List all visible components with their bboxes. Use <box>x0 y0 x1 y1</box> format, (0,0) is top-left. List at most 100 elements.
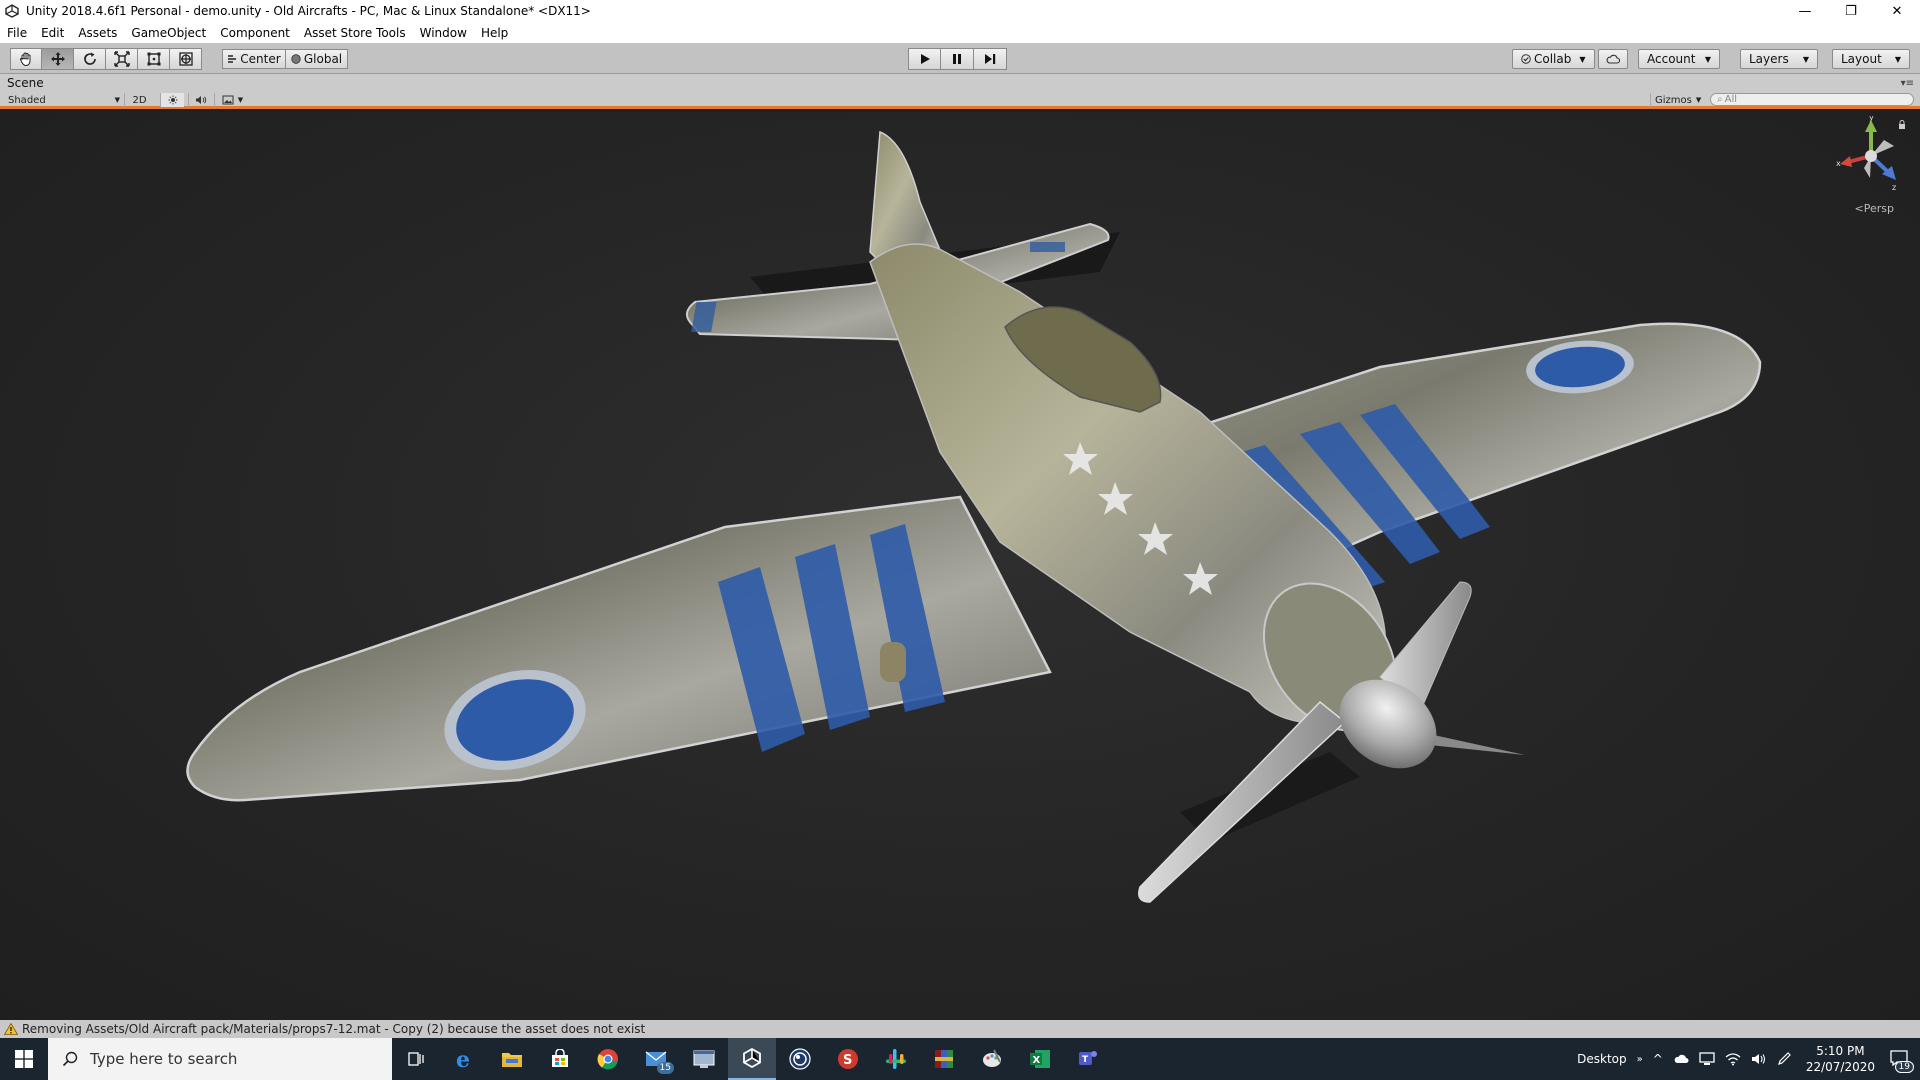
menu-file[interactable]: File <box>7 26 27 40</box>
playback-controls <box>908 48 1007 70</box>
close-button[interactable]: ✕ <box>1874 0 1920 22</box>
desktop-toolbar[interactable]: Desktop <box>1577 1052 1627 1066</box>
taskbar-search-input[interactable]: Type here to search <box>48 1038 392 1080</box>
app-window-icon <box>693 1050 715 1068</box>
chevron-up-icon[interactable]: ^ <box>1653 1052 1663 1066</box>
scene-viewport[interactable]: y x z <Persp <box>0 112 1920 1020</box>
taskbar-cinema4d[interactable] <box>776 1038 824 1080</box>
audio-toggle[interactable] <box>188 93 212 107</box>
chevron-down-icon: ▼ <box>1894 54 1901 64</box>
display-icon[interactable] <box>1699 1052 1715 1066</box>
taskbar-chrome[interactable] <box>584 1038 632 1080</box>
menu-asset-store-tools[interactable]: Asset Store Tools <box>304 26 406 40</box>
shading-mode-dropdown[interactable]: Shaded ▼ <box>8 93 120 107</box>
menu-assets[interactable]: Assets <box>78 26 117 40</box>
taskbar-winrar[interactable] <box>920 1038 968 1080</box>
edge-icon: e <box>456 1048 470 1070</box>
lighting-toggle[interactable] <box>160 93 184 107</box>
scene-search-input[interactable]: ⌕ All <box>1710 93 1914 106</box>
menu-gameobject[interactable]: GameObject <box>131 26 206 40</box>
step-button[interactable] <box>974 48 1007 70</box>
transform-tools <box>10 48 202 70</box>
play-icon <box>920 54 930 64</box>
rotate-tool-icon <box>83 52 96 65</box>
transform-tool-icon <box>178 52 193 66</box>
2d-toggle[interactable]: 2D <box>124 93 154 107</box>
taskbar-substance[interactable]: S <box>824 1038 872 1080</box>
taskbar-clock[interactable]: 5:10 PM 22/07/2020 <box>1806 1043 1875 1075</box>
chevron-right-icon[interactable]: » <box>1637 1054 1643 1065</box>
excel-icon: X <box>1030 1050 1050 1068</box>
pen-icon[interactable] <box>1777 1052 1793 1066</box>
menu-help[interactable]: Help <box>481 26 508 40</box>
chevron-down-icon: ▼ <box>1802 54 1809 64</box>
pause-icon <box>953 54 961 64</box>
paint-icon <box>983 1049 1001 1067</box>
taskbar-app-window[interactable] <box>680 1038 728 1080</box>
taskbar-slack[interactable] <box>872 1038 920 1080</box>
console-status-bar[interactable]: Removing Assets/Old Aircraft pack/Materi… <box>0 1020 1920 1038</box>
taskbar-file-explorer[interactable] <box>488 1038 536 1080</box>
pause-button[interactable] <box>941 48 974 70</box>
play-button[interactable] <box>908 48 941 70</box>
account-dropdown[interactable]: Account ▼ <box>1638 49 1720 69</box>
title-bar: Unity 2018.4.6f1 Personal - demo.unity -… <box>0 0 1920 22</box>
restore-button[interactable]: ❐ <box>1828 0 1874 22</box>
pivot-icon <box>228 55 237 63</box>
status-message: Removing Assets/Old Aircraft pack/Materi… <box>22 1022 646 1036</box>
clock-date: 22/07/2020 <box>1805 1060 1875 1074</box>
clock-time: 5:10 PM <box>1816 1044 1865 1058</box>
taskbar-search-placeholder: Type here to search <box>90 1050 238 1068</box>
volume-icon[interactable] <box>1751 1052 1767 1066</box>
scale-tool-button[interactable] <box>106 48 138 70</box>
svg-text:T: T <box>1082 1055 1089 1065</box>
wifi-icon[interactable] <box>1725 1052 1741 1066</box>
menu-component[interactable]: Component <box>220 26 290 40</box>
layout-dropdown[interactable]: Layout ▼ <box>1832 49 1910 69</box>
rotate-tool-button[interactable] <box>74 48 106 70</box>
chevron-down-icon: ▼ <box>1695 96 1702 104</box>
rect-tool-button[interactable] <box>138 48 170 70</box>
pivot-space-toggle[interactable]: Global <box>286 49 348 69</box>
menu-bar: File Edit Assets GameObject Component As… <box>0 22 1920 43</box>
taskbar-teams[interactable]: T <box>1064 1038 1112 1080</box>
space-label: Global <box>303 52 343 66</box>
scene-tab[interactable]: Scene ▾≡ <box>0 74 1920 92</box>
effects-dropdown[interactable]: ▼ <box>214 93 250 107</box>
panel-menu-icon[interactable]: ▾≡ <box>1901 78 1914 89</box>
menu-edit[interactable]: Edit <box>41 26 64 40</box>
search-icon <box>62 1051 78 1067</box>
taskbar-task-view[interactable] <box>392 1038 440 1080</box>
taskbar-paint[interactable] <box>968 1038 1016 1080</box>
taskbar-excel[interactable]: X <box>1016 1038 1064 1080</box>
lock-icon[interactable] <box>1898 120 1906 130</box>
projection-toggle[interactable]: <Persp <box>1855 202 1894 215</box>
svg-text:X: X <box>1033 1055 1041 1066</box>
layers-dropdown[interactable]: Layers ▼ <box>1740 49 1818 69</box>
hand-tool-button[interactable] <box>10 48 42 70</box>
pivot-center-toggle[interactable]: Center <box>222 49 286 69</box>
gizmo-x-label: x <box>1836 159 1841 168</box>
minimize-button[interactable]: — <box>1782 0 1828 22</box>
collab-dropdown[interactable]: Collab ▼ <box>1512 49 1595 69</box>
notification-count: 19 <box>1894 1060 1914 1073</box>
start-button[interactable] <box>0 1038 48 1080</box>
notification-center-button[interactable]: 19 <box>1890 1049 1914 1073</box>
gizmos-dropdown[interactable]: Gizmos ▼ <box>1650 93 1702 107</box>
cloud-button[interactable] <box>1598 49 1628 69</box>
gizmo-z-label: z <box>1892 183 1896 192</box>
speaker-icon <box>195 96 206 104</box>
onedrive-icon[interactable] <box>1673 1053 1689 1065</box>
taskbar-unity[interactable] <box>728 1038 776 1080</box>
teams-icon: T <box>1079 1051 1097 1065</box>
menu-window[interactable]: Window <box>420 26 467 40</box>
taskbar-mail[interactable]: 15 <box>632 1038 680 1080</box>
taskbar-edge[interactable]: e <box>440 1038 488 1080</box>
move-tool-button[interactable] <box>42 48 74 70</box>
transform-tool-button[interactable] <box>170 48 202 70</box>
taskbar-store[interactable] <box>536 1038 584 1080</box>
task-view-icon <box>408 1052 424 1066</box>
unity-icon <box>743 1048 761 1068</box>
chevron-down-icon: ▼ <box>1704 54 1711 64</box>
aircraft-model[interactable] <box>0 112 1920 1020</box>
